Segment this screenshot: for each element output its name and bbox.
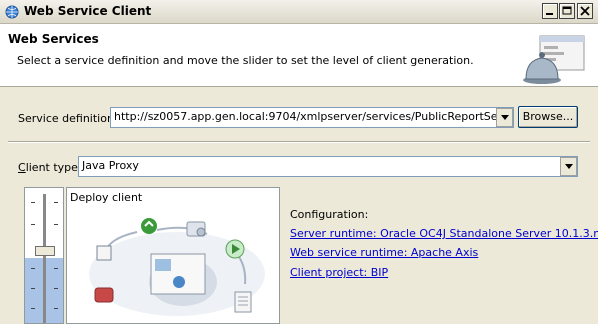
separator [8, 141, 590, 143]
page-description: Select a service definition and move the… [17, 54, 474, 67]
page-title: Web Services [8, 32, 99, 46]
client-generation-slider[interactable] [24, 187, 64, 324]
window-title: Web Service Client [24, 4, 152, 18]
toolbox-icon [94, 287, 114, 303]
java-bean-icon [141, 218, 157, 234]
slider-tick [31, 288, 35, 289]
client-type-mnemonic: C [18, 161, 26, 174]
wsdl-file-icon [96, 245, 112, 261]
web-service-runtime-link[interactable]: Web service runtime: Apache Axis [290, 246, 478, 259]
close-icon [580, 6, 590, 16]
configuration-heading: Configuration: [290, 208, 369, 221]
client-type-label-text: lient type: [25, 161, 82, 174]
slider-tick [31, 268, 35, 269]
slider-tick [54, 288, 58, 289]
deploy-diagram-illustration [89, 218, 265, 316]
slider-tick [54, 224, 58, 225]
slider-thumb[interactable] [35, 246, 55, 256]
client-project-link[interactable]: Client project: BIP [290, 266, 388, 279]
slider-tick [31, 308, 35, 309]
slider-tick [31, 202, 35, 203]
web-service-bell-icon [523, 35, 585, 84]
minimize-button[interactable] [542, 3, 558, 19]
browse-button[interactable]: Browse... [518, 106, 578, 128]
close-button[interactable] [577, 3, 593, 19]
maximize-icon [562, 6, 572, 15]
client-type-select[interactable]: Java Proxy [78, 156, 578, 177]
service-definition-label: Service definition: [18, 112, 118, 125]
client-type-value: Java Proxy [82, 159, 139, 172]
deploy-client-panel: Deploy client [66, 187, 280, 324]
slider-tick [54, 268, 58, 269]
service-definition-dropdown-button[interactable] [496, 108, 513, 127]
service-definition-combo[interactable]: http://sz0057.app.gen.local:9704/xmlpser… [110, 107, 514, 128]
slider-tick [31, 224, 35, 225]
window-titlebar: Web Service Client [0, 0, 598, 24]
wizard-header: Web Services Select a service definition… [0, 24, 598, 87]
slider-tick [54, 308, 58, 309]
slider-tick [54, 202, 58, 203]
slider-track [43, 194, 46, 323]
client-type-label: Client type: [18, 161, 82, 174]
client-type-dropdown-button[interactable] [560, 157, 577, 176]
maximize-button[interactable] [559, 3, 575, 19]
service-definition-value: http://sz0057.app.gen.local:9704/xmlpser… [114, 110, 514, 123]
minimize-icon [546, 13, 553, 15]
deploy-client-label: Deploy client [70, 191, 143, 204]
web-service-icon [5, 5, 19, 19]
test-file-icon [234, 291, 252, 313]
server-runtime-link[interactable]: Server runtime: Oracle OC4J Standalone S… [290, 227, 598, 240]
